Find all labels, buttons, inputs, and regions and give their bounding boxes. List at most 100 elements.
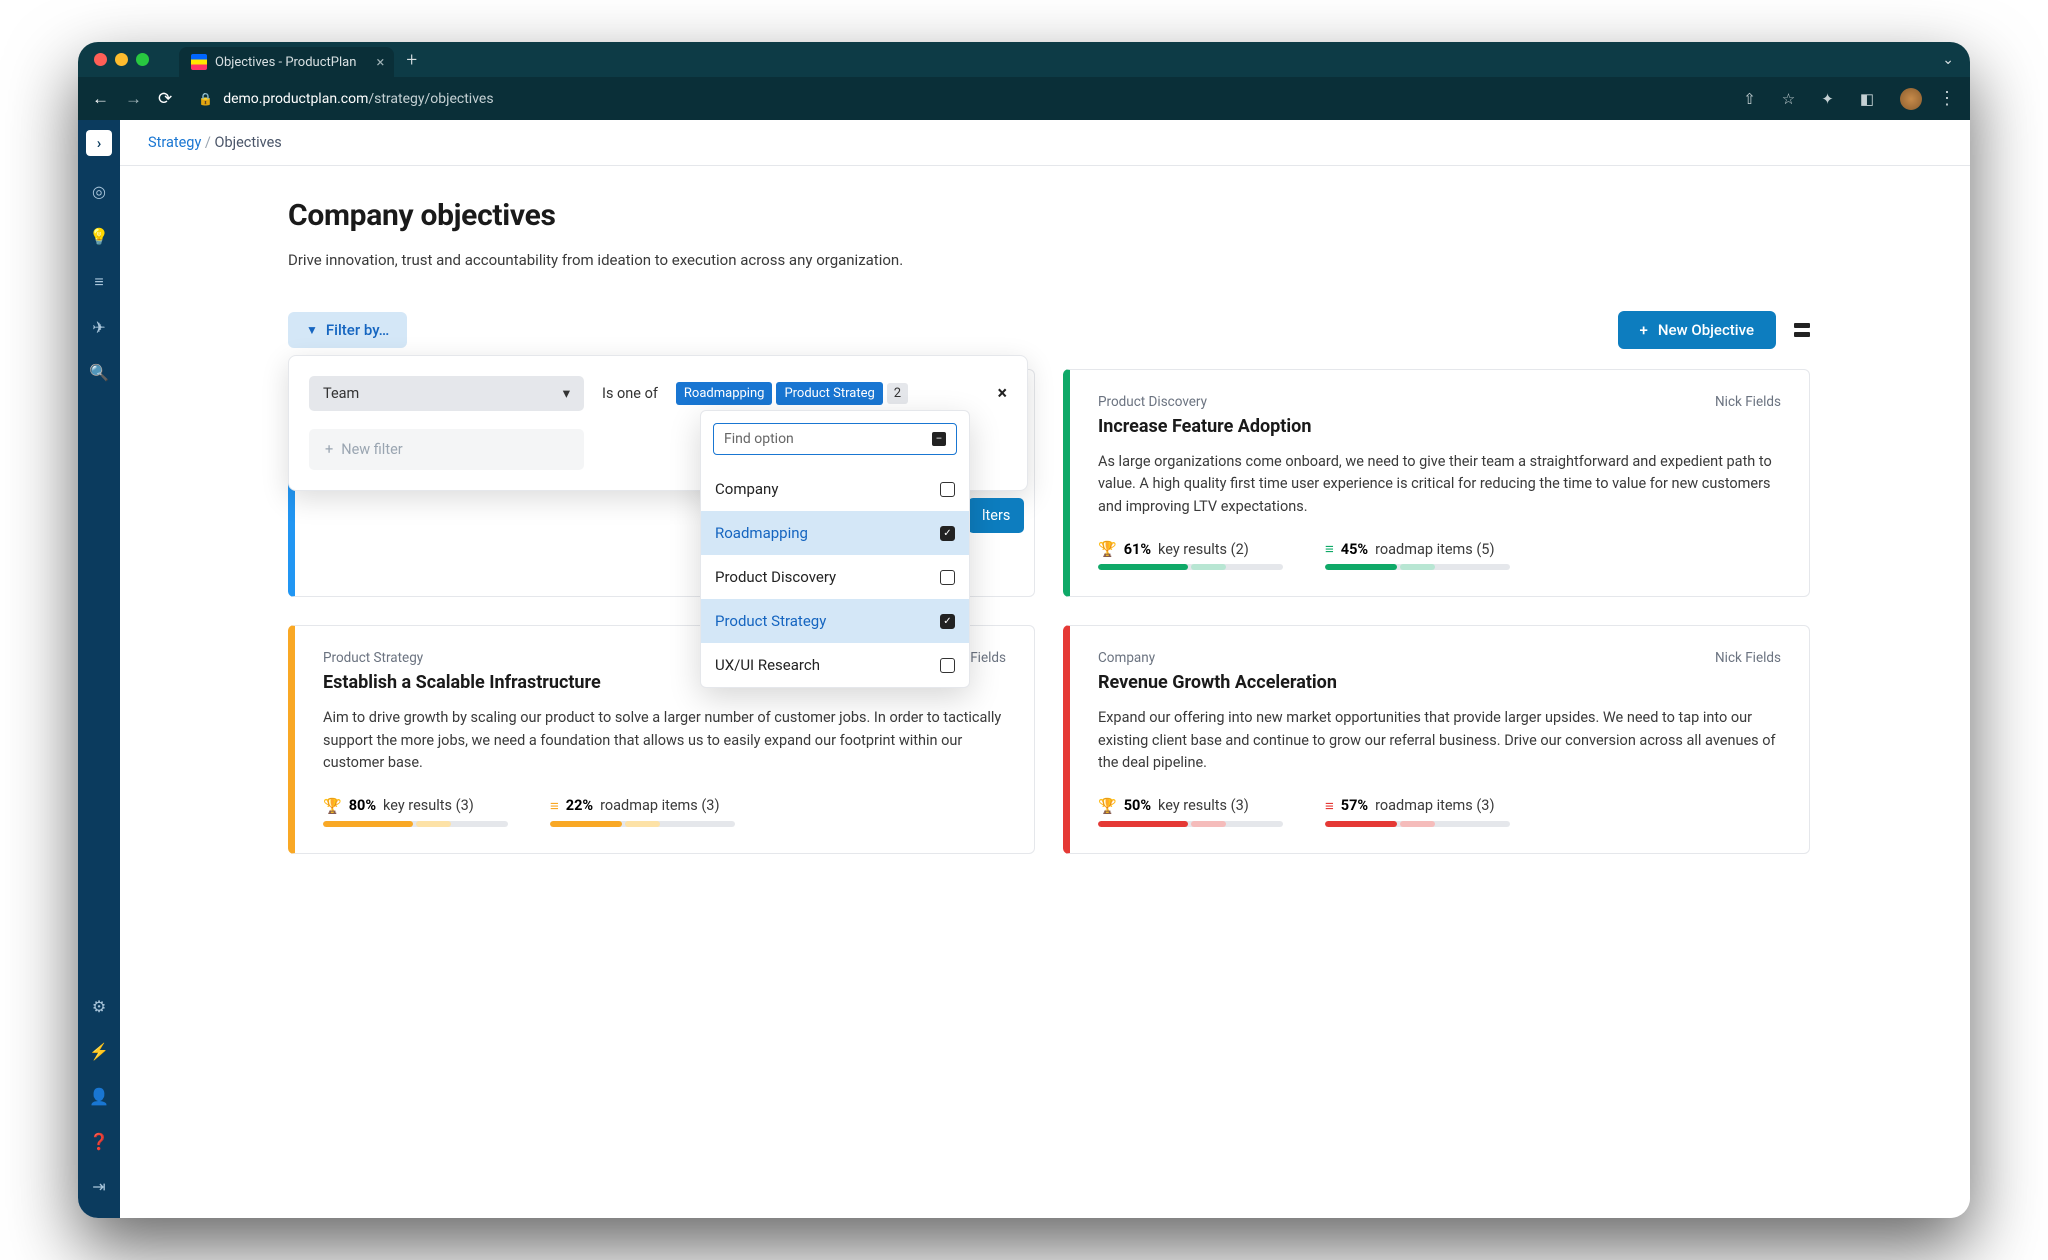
favicon-icon — [191, 54, 207, 70]
filter-operator: Is one of — [602, 385, 658, 402]
extensions-icon[interactable]: ✦ — [1821, 90, 1834, 108]
kebab-menu-icon[interactable]: ⋮ — [1938, 88, 1956, 109]
search-placeholder: Find option — [724, 431, 794, 447]
user-icon[interactable]: 👤 — [89, 1087, 109, 1106]
forward-button[interactable]: → — [125, 89, 142, 109]
card-category: Product Strategy — [323, 650, 423, 666]
key-results-progress — [323, 821, 508, 827]
filter-field-select[interactable]: Team ▾ — [309, 376, 584, 411]
new-objective-button[interactable]: + New Objective — [1618, 311, 1776, 349]
filter-chip[interactable]: Roadmapping — [676, 382, 773, 405]
new-filter-label: New filter — [341, 441, 402, 458]
card-description: Expand our offering into new market oppo… — [1098, 707, 1781, 774]
option-label: Company — [715, 480, 778, 498]
plug-icon[interactable]: ⚡ — [89, 1042, 109, 1061]
reload-button[interactable]: ⟳ — [158, 89, 172, 109]
card-owner: Nick Fields — [1715, 650, 1781, 666]
view-toggle-button[interactable] — [1794, 323, 1810, 337]
filter-option[interactable]: Product Strategy✓ — [701, 599, 969, 643]
apply-filters-button[interactable]: lters — [968, 498, 1024, 533]
filter-remove-icon[interactable]: × — [997, 383, 1007, 404]
checkbox-icon[interactable] — [940, 658, 955, 673]
roadmap-progress — [1325, 564, 1510, 570]
filter-option[interactable]: Company — [701, 467, 969, 511]
card-description: Aim to drive growth by scaling our produ… — [323, 707, 1006, 774]
url-text: demo.productplan.com/strategy/objectives — [223, 91, 493, 107]
card-category: Product Discovery — [1098, 394, 1207, 410]
option-label: UX/UI Research — [715, 656, 820, 674]
tab-title: Objectives - ProductPlan — [215, 55, 356, 70]
card-category: Company — [1098, 650, 1155, 666]
roadmap-label: roadmap items (5) — [1375, 541, 1494, 558]
trophy-icon: 🏆 — [1098, 540, 1117, 558]
breadcrumb-current: Objectives — [215, 134, 282, 151]
roadmap-percent: 57% — [1341, 797, 1368, 814]
new-objective-label: New Objective — [1658, 321, 1754, 339]
checkbox-icon[interactable]: ✓ — [940, 614, 955, 629]
new-tab-button[interactable]: + — [406, 48, 417, 71]
filter-chip[interactable]: Product Strateg — [776, 382, 882, 405]
list-icon: ≡ — [1325, 540, 1334, 558]
key-results-label: key results (2) — [1158, 541, 1249, 558]
panel-icon[interactable]: ◧ — [1860, 90, 1874, 108]
roadmap-label: roadmap items (3) — [1375, 797, 1494, 814]
search-icon[interactable]: 🔍 — [89, 363, 109, 382]
star-icon[interactable]: ☆ — [1782, 90, 1795, 108]
filter-option[interactable]: Roadmapping ✓ — [701, 511, 969, 555]
lightbulb-icon[interactable]: 💡 — [89, 227, 109, 246]
browser-tab[interactable]: Objectives - ProductPlan × — [179, 47, 394, 77]
profile-avatar[interactable] — [1900, 88, 1922, 110]
help-icon[interactable]: ❓ — [89, 1132, 109, 1151]
list-icon: ≡ — [550, 797, 559, 815]
filter-label: Filter by… — [326, 321, 389, 339]
chevron-down-icon: ▾ — [563, 385, 570, 402]
new-filter-button[interactable]: + New filter — [309, 429, 584, 470]
filter-field-value: Team — [323, 385, 359, 402]
minimize-window-icon[interactable] — [115, 53, 128, 66]
filter-option[interactable]: UX/UI Research — [701, 643, 969, 687]
share-icon[interactable]: ⇧ — [1743, 90, 1756, 108]
address-bar[interactable]: 🔒 demo.productplan.com/strategy/objectiv… — [188, 91, 1717, 107]
breadcrumb-strategy-link[interactable]: Strategy — [148, 134, 201, 151]
objective-card[interactable]: Company Nick Fields Revenue Growth Accel… — [1063, 625, 1810, 853]
card-title: Revenue Growth Acceleration — [1098, 672, 1781, 693]
roadmap-progress — [550, 821, 735, 827]
list-icon: ≡ — [1325, 797, 1334, 815]
option-label: Roadmapping — [715, 524, 808, 542]
plus-icon: + — [1640, 321, 1648, 339]
browser-toolbar: ← → ⟳ 🔒 demo.productplan.com/strategy/ob… — [78, 77, 1970, 120]
objective-card[interactable]: Product Discovery Nick Fields Increase F… — [1063, 369, 1810, 597]
checkbox-icon[interactable]: ✓ — [940, 526, 955, 541]
filter-options-popover: Find option – CompanyRoadmapping✓Product… — [700, 410, 970, 688]
breadcrumb: Strategy / Objectives — [120, 120, 1970, 166]
list-icon[interactable]: ≡ — [94, 272, 103, 292]
browser-tab-bar: Objectives - ProductPlan × + ⌄ — [78, 42, 1970, 77]
filter-chip-more[interactable]: 2 — [887, 383, 908, 404]
rocket-icon[interactable]: ✈ — [92, 318, 105, 337]
target-icon[interactable]: ◎ — [92, 182, 106, 201]
maximize-window-icon[interactable] — [136, 53, 149, 66]
tab-close-icon[interactable]: × — [376, 53, 384, 71]
breadcrumb-separator: / — [205, 134, 211, 151]
checkbox-icon[interactable] — [940, 570, 955, 585]
page-subtitle: Drive innovation, trust and accountabili… — [288, 251, 1810, 269]
gear-icon[interactable]: ⚙ — [92, 997, 106, 1016]
window-controls — [94, 53, 149, 66]
card-owner: Nick Fields — [1715, 394, 1781, 410]
tabbar-chevron-icon[interactable]: ⌄ — [1942, 52, 1954, 68]
roadmap-label: roadmap items (3) — [600, 797, 719, 814]
page-title: Company objectives — [288, 198, 1810, 233]
filter-option[interactable]: Product Discovery — [701, 555, 969, 599]
filter-search-input[interactable]: Find option – — [713, 423, 957, 455]
filter-chips[interactable]: Roadmapping Product Strateg 2 — [676, 382, 908, 405]
back-button[interactable]: ← — [92, 89, 109, 109]
roadmap-progress — [1325, 821, 1510, 827]
sidebar-collapse-button[interactable]: › — [86, 130, 112, 156]
filter-by-button[interactable]: ▼ Filter by… — [288, 312, 407, 348]
roadmap-percent: 45% — [1341, 541, 1368, 558]
logout-icon[interactable]: ⇥ — [92, 1177, 105, 1196]
checkbox-icon[interactable] — [940, 482, 955, 497]
indeterminate-icon[interactable]: – — [932, 432, 946, 446]
close-window-icon[interactable] — [94, 53, 107, 66]
plus-icon: + — [325, 441, 333, 458]
